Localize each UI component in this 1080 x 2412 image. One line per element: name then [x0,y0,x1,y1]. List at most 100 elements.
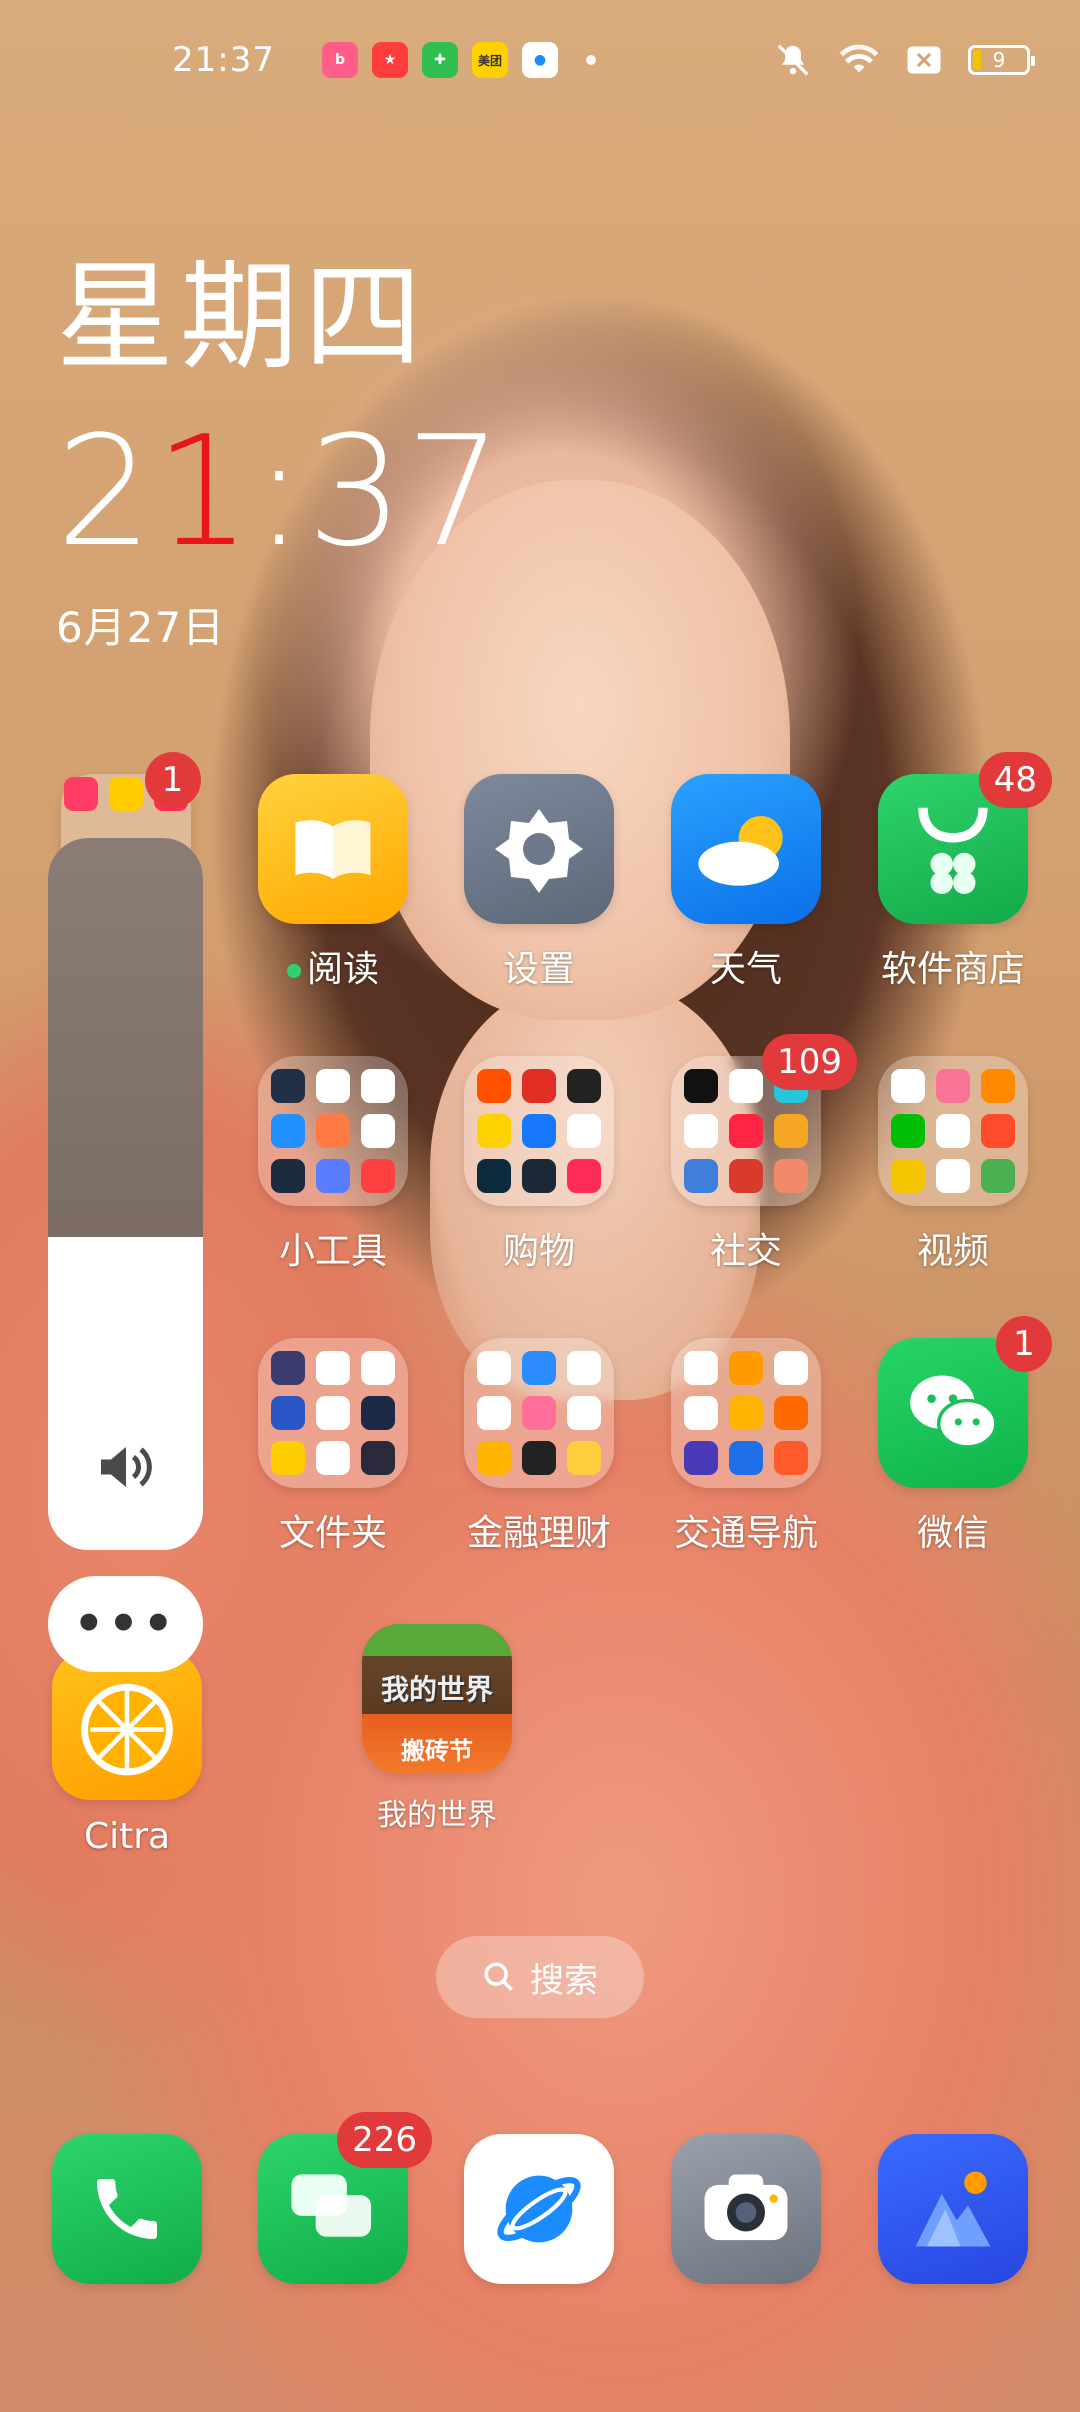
mini-app-icon [936,1114,970,1148]
mini-app-icon [271,1114,305,1148]
app-store[interactable]: 48 软件商店 [850,752,1056,992]
app-citra[interactable]: Citra [24,1650,230,1857]
mini-app-icon [774,1396,808,1430]
app-label: 金融理财 [466,1513,611,1554]
weekday: 星期四 [56,248,429,386]
clock-hour-accent-digit: 1 [154,403,254,580]
mini-app-icon [684,1441,718,1475]
mini-app-icon [361,1396,395,1430]
folder-transport[interactable]: 交通导航 [643,1338,849,1556]
more-options-button[interactable]: ••• [48,1576,203,1672]
mini-app-icon [936,1159,970,1193]
mini-app-icon [108,777,143,811]
folder-icon [258,1338,408,1488]
mini-app-icon [271,1069,305,1103]
app-wechat[interactable]: 1 微信 [850,1316,1056,1556]
dock-camera[interactable] [643,2134,849,2284]
mini-app-icon [361,1159,395,1193]
mini-app-icon [477,1441,511,1475]
more-notifications-dot [586,55,596,65]
wechat-icon: 1 [878,1316,1052,1488]
mini-app-icon [729,1159,763,1193]
mini-app-icon [567,1441,601,1475]
mini-app-icon [477,1351,511,1385]
folder-icon: 109 [671,1034,857,1206]
mini-app-icon [981,1159,1015,1193]
mini-app-icon [981,1114,1015,1148]
mini-app-icon [361,1351,395,1385]
mini-app-icon [316,1114,350,1148]
mini-app-icon [522,1396,556,1430]
mini-app-icon [271,1396,305,1430]
mini-app-icon [684,1069,718,1103]
mini-app-icon [271,1351,305,1385]
gallery-icon [878,2134,1028,2284]
folder-icon [464,1056,614,1206]
mini-app-icon [567,1159,601,1193]
folder-files[interactable]: 文件夹 [230,1338,436,1556]
notification-badge: 1 [144,752,201,808]
mini-app-icon [567,1351,601,1385]
mini-app-icon [567,1069,601,1103]
mini-app-icon [477,1069,511,1103]
mini-app-icon [316,1441,350,1475]
mini-app-icon [522,1114,556,1148]
mini-app-icon [316,1396,350,1430]
phone-icon [52,2134,202,2284]
app-minecraft[interactable]: 我的世界 搬砖节 我的世界 [334,1624,540,1834]
mini-app-icon [271,1441,305,1475]
app-label: 视频 [916,1231,989,1272]
app-reading[interactable]: 阅读 [230,774,436,992]
mini-app-icon [477,1396,511,1430]
app-label: 文件夹 [278,1513,387,1554]
dock-phone[interactable] [24,2134,230,2284]
camera-icon [671,2134,821,2284]
mini-app-icon [316,1069,350,1103]
clock-hour-digit: 2 [56,403,155,580]
mini-app-icon [891,1069,925,1103]
folder-tools[interactable]: 小工具 [230,1056,436,1274]
search-button[interactable]: 搜索 [436,1936,644,2018]
mini-app-icon [271,1159,305,1193]
app-label: 天气 [709,949,782,990]
mini-app-icon [684,1114,718,1148]
mute-icon [777,44,809,76]
mini-app-icon [774,1351,808,1385]
clock-widget[interactable]: 星期四 21:37 6月27日 [56,258,504,655]
folder-video[interactable]: 视频 [850,1056,1056,1274]
app-settings[interactable]: 设置 [436,774,642,992]
app-weather[interactable]: 天气 [643,774,849,992]
dock-messages[interactable]: 226 [230,2112,436,2284]
mini-app-icon [522,1159,556,1193]
folder-icon [258,1056,408,1206]
folder-finance[interactable]: 金融理财 [436,1338,642,1556]
volume-slider[interactable] [48,838,203,1550]
folder-social[interactable]: 109 社交 [643,1034,857,1274]
mini-app-icon [567,1396,601,1430]
status-right: 9 [774,41,1035,79]
speaker-icon[interactable] [48,1441,203,1506]
notification-badge: 226 [337,2112,432,2168]
mini-app-icon [522,1069,556,1103]
fun-app-icon: ★ [372,42,408,78]
search-icon [484,1962,514,1992]
mini-app-icon [477,1114,511,1148]
minecraft-banner: 搬砖节 [401,1737,473,1765]
folder-shopping[interactable]: 购物 [436,1056,642,1274]
dock-gallery[interactable] [850,2134,1056,2284]
mini-app-icon [361,1069,395,1103]
mini-app-icon [729,1069,763,1103]
browser-planet-icon [464,2134,614,2284]
mini-app-icon [684,1159,718,1193]
notification-badge: 109 [762,1034,857,1090]
big-clock: 21:37 [56,416,504,568]
app-label: 阅读 [286,940,379,992]
mini-app-icon [522,1351,556,1385]
folder-icon [878,1056,1028,1206]
mini-app-icon [684,1351,718,1385]
date: 6月27日 [56,603,226,652]
dock-browser[interactable] [436,2134,642,2284]
folder-icon [671,1338,821,1488]
search-label: 搜索 [530,1960,598,2001]
app-label: 社交 [709,1231,782,1272]
